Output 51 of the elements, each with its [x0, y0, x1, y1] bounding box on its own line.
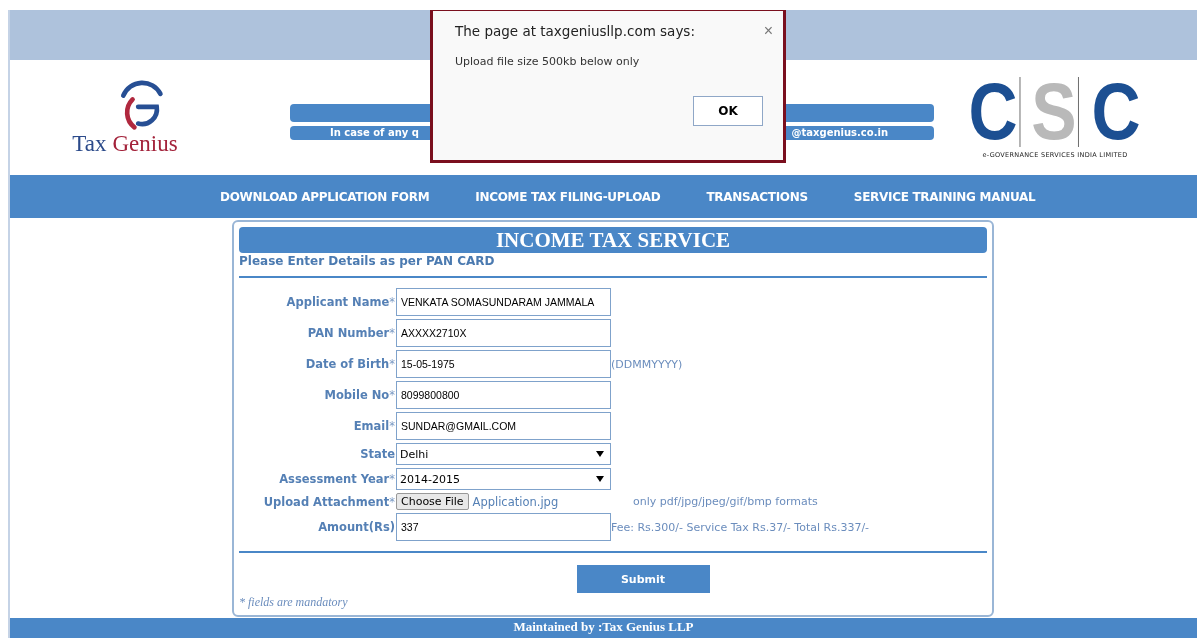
- logo-word: Genius: [112, 130, 178, 157]
- field-label: Mobile No: [324, 388, 390, 402]
- nav-link[interactable]: INCOME TAX FILING-UPLOAD: [475, 189, 661, 204]
- dialog-message: Upload file size 500kb below only: [454, 54, 641, 68]
- choose-file-button[interactable]: Choose File: [396, 493, 469, 510]
- required-mark: *: [389, 494, 395, 509]
- input-field[interactable]: 8099800800: [396, 381, 611, 409]
- required-mark: *: [389, 357, 395, 371]
- required-mark: *: [389, 295, 395, 309]
- logo-letter: S: [1031, 76, 1080, 147]
- nav-link[interactable]: TRANSACTIONS: [706, 189, 808, 204]
- field-label: Amount(Rs): [318, 520, 395, 534]
- ok-button[interactable]: OK: [693, 96, 763, 126]
- required-mark: *: [389, 472, 395, 486]
- contact-text: @taxgenius.co.in: [791, 125, 888, 140]
- required-mark: *: [389, 388, 395, 402]
- required-mark: *: [389, 326, 395, 340]
- input-field[interactable]: AXXXX2710X: [396, 319, 611, 347]
- input-field[interactable]: SUNDAR@GMAIL.COM: [396, 412, 611, 440]
- contact-text: In case of any q: [330, 125, 419, 140]
- field-label: PAN Number: [307, 326, 390, 340]
- field-label: Assessment Year: [279, 472, 390, 486]
- input-field[interactable]: 15-05-1975: [396, 350, 611, 378]
- select-field[interactable]: 2014-2015: [396, 468, 611, 490]
- logo-word: Tax: [72, 130, 107, 157]
- field-hint: only pdf/jpg/jpeg/gif/bmp formats: [633, 495, 818, 508]
- field-label: Upload Attachment: [263, 494, 390, 509]
- nav-link[interactable]: DOWNLOAD APPLICATION FORM: [220, 189, 430, 204]
- dialog-title: The page at taxgeniusllp.com says:: [455, 23, 695, 39]
- input-field[interactable]: 337: [396, 513, 611, 541]
- form-title: INCOME TAX SERVICE: [239, 227, 987, 253]
- logo-letter: C: [1091, 76, 1142, 147]
- form-subtitle: Please Enter Details as per PAN CARD: [239, 254, 496, 268]
- caret-icon: [596, 451, 604, 457]
- field-label: Date of Birth: [305, 357, 390, 371]
- footer-text: Maintained by :Tax Genius LLP: [513, 618, 694, 636]
- select-field[interactable]: Delhi: [396, 443, 611, 465]
- required-mark: *: [389, 419, 395, 433]
- field-hint: Fee: Rs.300/- Service Tax Rs.37/- Total Rs.337/-: [611, 520, 870, 534]
- mandatory-note: * fields are mandatory: [239, 595, 349, 610]
- close-button[interactable]: ×: [761, 23, 775, 39]
- nav-link[interactable]: SERVICE TRAINING MANUAL: [853, 189, 1036, 204]
- field-label: State: [360, 447, 395, 461]
- field-hint: (DDMMYYYY): [611, 357, 683, 371]
- submit-button[interactable]: Submit: [576, 565, 710, 593]
- file-name: Application.jpg: [472, 494, 559, 509]
- logo-letter: C: [968, 76, 1020, 147]
- caret-icon: [596, 476, 604, 482]
- input-field[interactable]: VENKATA SOMASUNDARAM JAMMALA: [396, 288, 611, 316]
- field-label: Applicant Name: [286, 295, 390, 309]
- field-label: Email: [353, 419, 390, 433]
